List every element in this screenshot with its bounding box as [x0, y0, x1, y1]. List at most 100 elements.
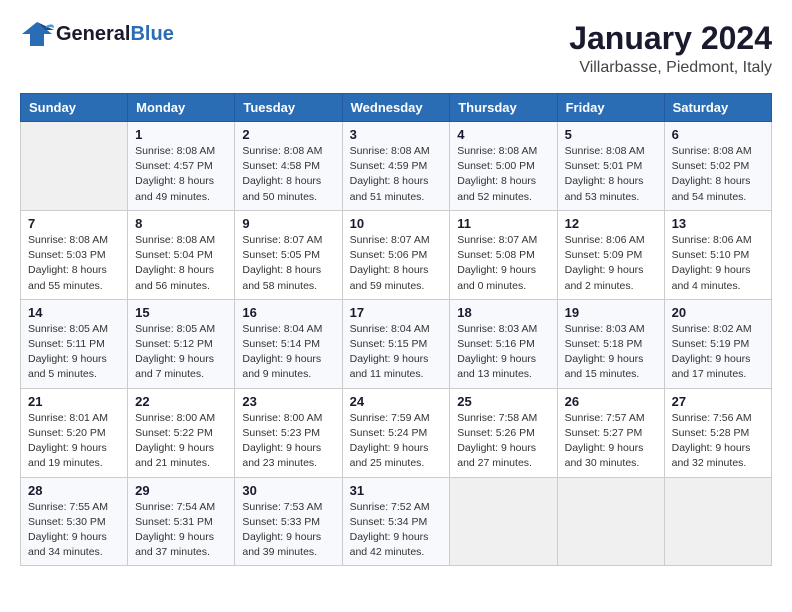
day-info: Sunrise: 8:07 AM Sunset: 5:05 PM Dayligh…	[242, 233, 334, 294]
header-day-monday: Monday	[128, 94, 235, 122]
day-number: 2	[242, 127, 334, 142]
calendar-header: SundayMondayTuesdayWednesdayThursdayFrid…	[21, 94, 772, 122]
day-number: 4	[457, 127, 549, 142]
calendar-cell	[664, 477, 771, 566]
day-number: 11	[457, 216, 549, 231]
day-info: Sunrise: 7:54 AM Sunset: 5:31 PM Dayligh…	[135, 500, 227, 561]
calendar-cell: 14 Sunrise: 8:05 AM Sunset: 5:11 PM Dayli…	[21, 299, 128, 388]
calendar-cell: 16Sunrise: 8:04 AM Sunset: 5:14 PM Dayli…	[235, 299, 342, 388]
day-info: Sunrise: 8:06 AM Sunset: 5:09 PM Dayligh…	[565, 233, 657, 294]
header-day-friday: Friday	[557, 94, 664, 122]
day-number: 7	[28, 216, 120, 231]
calendar-cell: 31 Sunrise: 7:52 AM Sunset: 5:34 PM Dayli…	[342, 477, 450, 566]
day-info: Sunrise: 8:06 AM Sunset: 5:10 PM Dayligh…	[672, 233, 764, 294]
day-info: Sunrise: 7:55 AM Sunset: 5:30 PM Dayligh…	[28, 500, 120, 561]
calendar-cell: 17 Sunrise: 8:04 AM Sunset: 5:15 PM Dayli…	[342, 299, 450, 388]
week-row-0: 1 Sunrise: 8:08 AM Sunset: 4:57 PM Daylig…	[21, 122, 772, 211]
day-info: Sunrise: 8:07 AM Sunset: 5:06 PM Dayligh…	[350, 233, 443, 294]
day-info: Sunrise: 8:08 AM Sunset: 5:02 PM Dayligh…	[672, 144, 764, 205]
header-day-saturday: Saturday	[664, 94, 771, 122]
header-day-sunday: Sunday	[21, 94, 128, 122]
day-info: Sunrise: 8:00 AM Sunset: 5:22 PM Dayligh…	[135, 411, 227, 472]
calendar-cell	[557, 477, 664, 566]
logo: GeneralBlue	[20, 20, 174, 48]
day-number: 30	[242, 483, 334, 498]
calendar-cell: 7Sunrise: 8:08 AM Sunset: 5:03 PM Daylig…	[21, 210, 128, 299]
day-info: Sunrise: 8:07 AM Sunset: 5:08 PM Dayligh…	[457, 233, 549, 294]
day-number: 1	[135, 127, 227, 142]
day-info: Sunrise: 8:01 AM Sunset: 5:20 PM Dayligh…	[28, 411, 120, 472]
calendar-cell: 8Sunrise: 8:08 AM Sunset: 5:04 PM Daylig…	[128, 210, 235, 299]
day-info: Sunrise: 7:53 AM Sunset: 5:33 PM Dayligh…	[242, 500, 334, 561]
day-info: Sunrise: 8:00 AM Sunset: 5:23 PM Dayligh…	[242, 411, 334, 472]
calendar-cell: 5 Sunrise: 8:08 AM Sunset: 5:01 PM Daylig…	[557, 122, 664, 211]
day-number: 3	[350, 127, 443, 142]
day-info: Sunrise: 8:03 AM Sunset: 5:18 PM Dayligh…	[565, 322, 657, 383]
calendar-cell: 26 Sunrise: 7:57 AM Sunset: 5:27 PM Dayli…	[557, 388, 664, 477]
calendar-cell: 20Sunrise: 8:02 AM Sunset: 5:19 PM Dayli…	[664, 299, 771, 388]
day-info: Sunrise: 8:08 AM Sunset: 4:59 PM Dayligh…	[350, 144, 443, 205]
day-number: 28	[28, 483, 120, 498]
day-info: Sunrise: 8:03 AM Sunset: 5:16 PM Dayligh…	[457, 322, 549, 383]
day-info: Sunrise: 8:05 AM Sunset: 5:12 PM Dayligh…	[135, 322, 227, 383]
calendar-cell: 23Sunrise: 8:00 AM Sunset: 5:23 PM Dayli…	[235, 388, 342, 477]
page-header: GeneralBlue January 2024 Villarbasse, Pi…	[20, 20, 772, 77]
day-number: 13	[672, 216, 764, 231]
day-info: Sunrise: 7:57 AM Sunset: 5:27 PM Dayligh…	[565, 411, 657, 472]
day-info: Sunrise: 7:58 AM Sunset: 5:26 PM Dayligh…	[457, 411, 549, 472]
calendar-cell: 15Sunrise: 8:05 AM Sunset: 5:12 PM Dayli…	[128, 299, 235, 388]
day-number: 12	[565, 216, 657, 231]
day-number: 29	[135, 483, 227, 498]
day-number: 19	[565, 305, 657, 320]
calendar-cell: 6 Sunrise: 8:08 AM Sunset: 5:02 PM Daylig…	[664, 122, 771, 211]
calendar-cell: 3 Sunrise: 8:08 AM Sunset: 4:59 PM Daylig…	[342, 122, 450, 211]
calendar-cell	[450, 477, 557, 566]
week-row-2: 14 Sunrise: 8:05 AM Sunset: 5:11 PM Dayli…	[21, 299, 772, 388]
day-info: Sunrise: 8:04 AM Sunset: 5:14 PM Dayligh…	[242, 322, 334, 383]
week-row-4: 28 Sunrise: 7:55 AM Sunset: 5:30 PM Dayli…	[21, 477, 772, 566]
calendar-cell: 25 Sunrise: 7:58 AM Sunset: 5:26 PM Dayli…	[450, 388, 557, 477]
title-section: January 2024 Villarbasse, Piedmont, Ital…	[569, 20, 772, 77]
day-number: 27	[672, 394, 764, 409]
day-info: Sunrise: 8:08 AM Sunset: 4:57 PM Dayligh…	[135, 144, 227, 205]
calendar-cell: 13 Sunrise: 8:06 AM Sunset: 5:10 PM Dayli…	[664, 210, 771, 299]
header-day-thursday: Thursday	[450, 94, 557, 122]
day-info: Sunrise: 8:08 AM Sunset: 5:01 PM Dayligh…	[565, 144, 657, 205]
day-number: 21	[28, 394, 120, 409]
header-day-tuesday: Tuesday	[235, 94, 342, 122]
calendar-cell: 1 Sunrise: 8:08 AM Sunset: 4:57 PM Daylig…	[128, 122, 235, 211]
day-info: Sunrise: 8:05 AM Sunset: 5:11 PM Dayligh…	[28, 322, 120, 383]
calendar-cell: 29 Sunrise: 7:54 AM Sunset: 5:31 PM Dayli…	[128, 477, 235, 566]
week-row-3: 21 Sunrise: 8:01 AM Sunset: 5:20 PM Dayli…	[21, 388, 772, 477]
calendar-cell: 10 Sunrise: 8:07 AM Sunset: 5:06 PM Dayli…	[342, 210, 450, 299]
calendar-cell: 2 Sunrise: 8:08 AM Sunset: 4:58 PM Daylig…	[235, 122, 342, 211]
month-title: January 2024	[569, 20, 772, 57]
calendar-cell: 18 Sunrise: 8:03 AM Sunset: 5:16 PM Dayli…	[450, 299, 557, 388]
day-number: 31	[350, 483, 443, 498]
day-number: 9	[242, 216, 334, 231]
header-day-wednesday: Wednesday	[342, 94, 450, 122]
day-number: 17	[350, 305, 443, 320]
day-number: 25	[457, 394, 549, 409]
day-number: 14	[28, 305, 120, 320]
calendar-cell: 12 Sunrise: 8:06 AM Sunset: 5:09 PM Dayli…	[557, 210, 664, 299]
calendar-cell: 4Sunrise: 8:08 AM Sunset: 5:00 PM Daylig…	[450, 122, 557, 211]
calendar-cell: 28 Sunrise: 7:55 AM Sunset: 5:30 PM Dayli…	[21, 477, 128, 566]
day-number: 5	[565, 127, 657, 142]
logo-text: GeneralBlue	[56, 23, 174, 45]
day-number: 22	[135, 394, 227, 409]
calendar-cell: 24Sunrise: 7:59 AM Sunset: 5:24 PM Dayli…	[342, 388, 450, 477]
day-number: 6	[672, 127, 764, 142]
day-number: 26	[565, 394, 657, 409]
day-info: Sunrise: 7:56 AM Sunset: 5:28 PM Dayligh…	[672, 411, 764, 472]
day-number: 10	[350, 216, 443, 231]
day-info: Sunrise: 8:04 AM Sunset: 5:15 PM Dayligh…	[350, 322, 443, 383]
day-info: Sunrise: 7:52 AM Sunset: 5:34 PM Dayligh…	[350, 500, 443, 561]
day-info: Sunrise: 8:08 AM Sunset: 4:58 PM Dayligh…	[242, 144, 334, 205]
calendar-cell: 9 Sunrise: 8:07 AM Sunset: 5:05 PM Daylig…	[235, 210, 342, 299]
calendar-cell: 27 Sunrise: 7:56 AM Sunset: 5:28 PM Dayli…	[664, 388, 771, 477]
day-info: Sunrise: 8:08 AM Sunset: 5:04 PM Dayligh…	[135, 233, 227, 294]
day-number: 18	[457, 305, 549, 320]
calendar-cell: 30 Sunrise: 7:53 AM Sunset: 5:33 PM Dayli…	[235, 477, 342, 566]
calendar-cell: 22 Sunrise: 8:00 AM Sunset: 5:22 PM Dayli…	[128, 388, 235, 477]
